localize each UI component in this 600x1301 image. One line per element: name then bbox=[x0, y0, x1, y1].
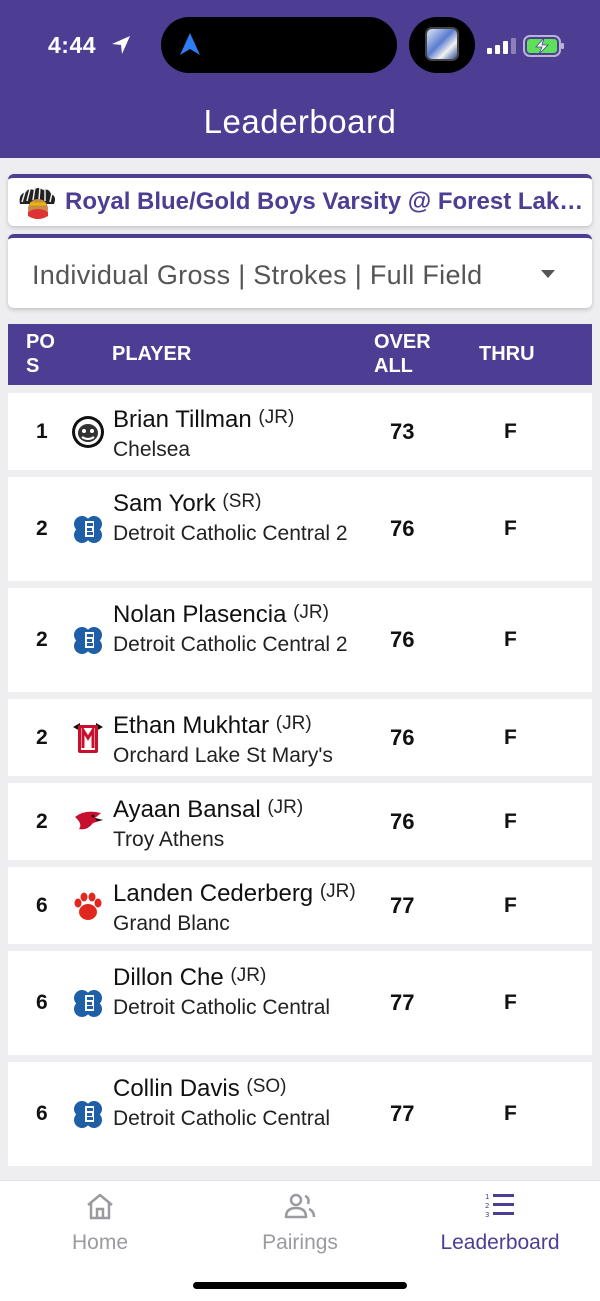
player-name[interactable]: Nolan Plasencia bbox=[113, 601, 286, 628]
scoring-filter-dropdown[interactable]: Individual Gross | Strokes | Full Field bbox=[8, 234, 592, 308]
event-title: Royal Blue/Gold Boys Varsity @ Forest La… bbox=[65, 188, 585, 215]
page-title: Leaderboard bbox=[203, 103, 397, 140]
column-header-thru[interactable]: THRU bbox=[479, 343, 535, 366]
leaderboard-rows: 1 Brian Tillman (JR) Chelsea 73 F 2 Sam … bbox=[8, 393, 592, 1173]
tab-leaderboard[interactable]: 1 2 3 Leaderboard bbox=[400, 1181, 600, 1271]
home-indicator[interactable] bbox=[193, 1282, 407, 1289]
thru-status: F bbox=[504, 725, 517, 749]
row-position: 1 bbox=[36, 419, 48, 443]
shamrock-logo-icon bbox=[74, 516, 102, 543]
table-row[interactable]: 6 Dillon Che (JR) Detroit Catholic Centr… bbox=[8, 951, 592, 1055]
thru-status: F bbox=[504, 419, 517, 443]
bottom-tab-bar: Home Pairings 1 2 3 Leaderboard bbox=[0, 1180, 600, 1301]
redhawk-logo-icon bbox=[75, 811, 103, 829]
svg-text:2: 2 bbox=[485, 1202, 489, 1210]
player-class: (JR) bbox=[293, 602, 329, 623]
home-icon bbox=[87, 1193, 113, 1220]
tab-pairings-label: Pairings bbox=[262, 1231, 338, 1254]
player-class: (JR) bbox=[230, 965, 267, 986]
overall-score: 77 bbox=[390, 892, 415, 918]
school-mascot-logo-icon bbox=[19, 186, 56, 219]
activity-thumbnail bbox=[425, 27, 459, 61]
row-position: 2 bbox=[36, 725, 48, 749]
overall-score: 77 bbox=[390, 990, 415, 1015]
row-position: 2 bbox=[36, 809, 48, 833]
overall-score: 77 bbox=[390, 1101, 415, 1126]
player-team: Detroit Catholic Central 2 bbox=[113, 633, 348, 656]
status-time: 4:44 bbox=[48, 32, 97, 58]
table-row[interactable]: 6 Collin Davis (SO) Detroit Catholic Cen… bbox=[8, 1062, 592, 1166]
chevron-down-icon bbox=[541, 270, 555, 278]
player-class: (JR) bbox=[267, 797, 304, 818]
table-row[interactable]: 2 Ayaan Bansal (JR) Troy Athens 76 F bbox=[8, 783, 592, 860]
player-name[interactable]: Ethan Mukhtar bbox=[113, 712, 269, 739]
location-arrow-icon bbox=[112, 36, 130, 54]
player-class: (SR) bbox=[222, 491, 262, 512]
player-class: (JR) bbox=[275, 713, 312, 734]
app-header: 4:44 Leaderboard bbox=[0, 0, 600, 158]
thru-status: F bbox=[504, 893, 517, 917]
battery-charging-icon bbox=[523, 35, 564, 57]
tab-pairings[interactable]: Pairings bbox=[200, 1181, 400, 1271]
thru-status: F bbox=[504, 991, 517, 1014]
player-name[interactable]: Ayaan Bansal bbox=[113, 796, 261, 823]
player-team: Detroit Catholic Central bbox=[113, 1107, 331, 1130]
player-name[interactable]: Collin Davis bbox=[113, 1075, 240, 1102]
svg-text:1: 1 bbox=[485, 1193, 489, 1201]
status-bar: 4:44 bbox=[0, 0, 600, 90]
thru-status: F bbox=[504, 517, 517, 540]
player-team: Orchard Lake St Mary's bbox=[113, 744, 333, 767]
row-position: 2 bbox=[36, 628, 48, 651]
tab-leaderboard-label: Leaderboard bbox=[440, 1231, 560, 1254]
signal-strength-icon bbox=[487, 38, 516, 54]
column-header-overall[interactable]: OVERALL bbox=[374, 330, 444, 378]
overall-score: 73 bbox=[390, 418, 415, 444]
row-position: 6 bbox=[36, 893, 48, 917]
player-team: Detroit Catholic Central 2 bbox=[113, 522, 348, 545]
event-selector[interactable]: Royal Blue/Gold Boys Varsity @ Forest La… bbox=[8, 174, 592, 226]
table-row[interactable]: 1 Brian Tillman (JR) Chelsea 73 F bbox=[8, 393, 592, 470]
scoring-filter-value: Individual Gross | Strokes | Full Field bbox=[32, 260, 483, 290]
table-row[interactable]: 2 Ethan Mukhtar (JR) Orchard Lake St Mar… bbox=[8, 699, 592, 776]
player-name[interactable]: Landen Cederberg bbox=[113, 880, 313, 907]
thru-status: F bbox=[504, 809, 517, 833]
column-header-player[interactable]: PLAYER bbox=[112, 343, 191, 366]
row-position: 6 bbox=[36, 1102, 48, 1125]
thru-status: F bbox=[504, 1102, 517, 1125]
player-class: (JR) bbox=[319, 881, 356, 902]
bulldog-logo-icon bbox=[72, 415, 104, 448]
player-team: Detroit Catholic Central bbox=[113, 996, 331, 1019]
shamrock-logo-icon bbox=[74, 627, 102, 654]
table-row[interactable]: 2 Sam York (SR) Detroit Catholic Central… bbox=[8, 477, 592, 581]
svg-text:3: 3 bbox=[485, 1211, 489, 1219]
thru-status: F bbox=[504, 628, 517, 651]
player-team: Troy Athens bbox=[113, 828, 225, 851]
leaderboard-table-header: POS PLAYER OVERALL THRU bbox=[8, 324, 592, 385]
shamrock-logo-icon bbox=[74, 1101, 102, 1128]
users-icon bbox=[284, 1193, 316, 1219]
player-team: Grand Blanc bbox=[113, 912, 230, 935]
tab-home-label: Home bbox=[71, 1231, 129, 1254]
tab-home[interactable]: Home bbox=[0, 1181, 200, 1271]
eaglet-logo-icon bbox=[73, 722, 103, 753]
player-name[interactable]: Sam York bbox=[113, 490, 216, 517]
overall-score: 76 bbox=[390, 808, 415, 834]
navigation-arrow-icon bbox=[180, 33, 200, 55]
row-position: 6 bbox=[36, 991, 48, 1014]
player-class: (SO) bbox=[246, 1076, 287, 1097]
list-icon: 1 2 3 bbox=[485, 1193, 514, 1219]
table-row[interactable]: 6 Landen Cederberg (JR) Grand Blanc 77 F bbox=[8, 867, 592, 944]
overall-score: 76 bbox=[390, 516, 415, 541]
player-team: Chelsea bbox=[113, 438, 191, 461]
table-row[interactable]: 2 Nolan Plasencia (JR) Detroit Catholic … bbox=[8, 588, 592, 692]
player-name[interactable]: Dillon Che bbox=[113, 964, 224, 991]
paw-logo-icon bbox=[74, 892, 102, 920]
row-position: 2 bbox=[36, 517, 48, 540]
player-name[interactable]: Brian Tillman bbox=[113, 406, 252, 433]
player-class: (JR) bbox=[258, 407, 295, 428]
overall-score: 76 bbox=[390, 724, 415, 750]
shamrock-logo-icon bbox=[74, 990, 102, 1017]
overall-score: 76 bbox=[390, 627, 415, 652]
column-header-pos[interactable]: POS bbox=[26, 330, 66, 378]
